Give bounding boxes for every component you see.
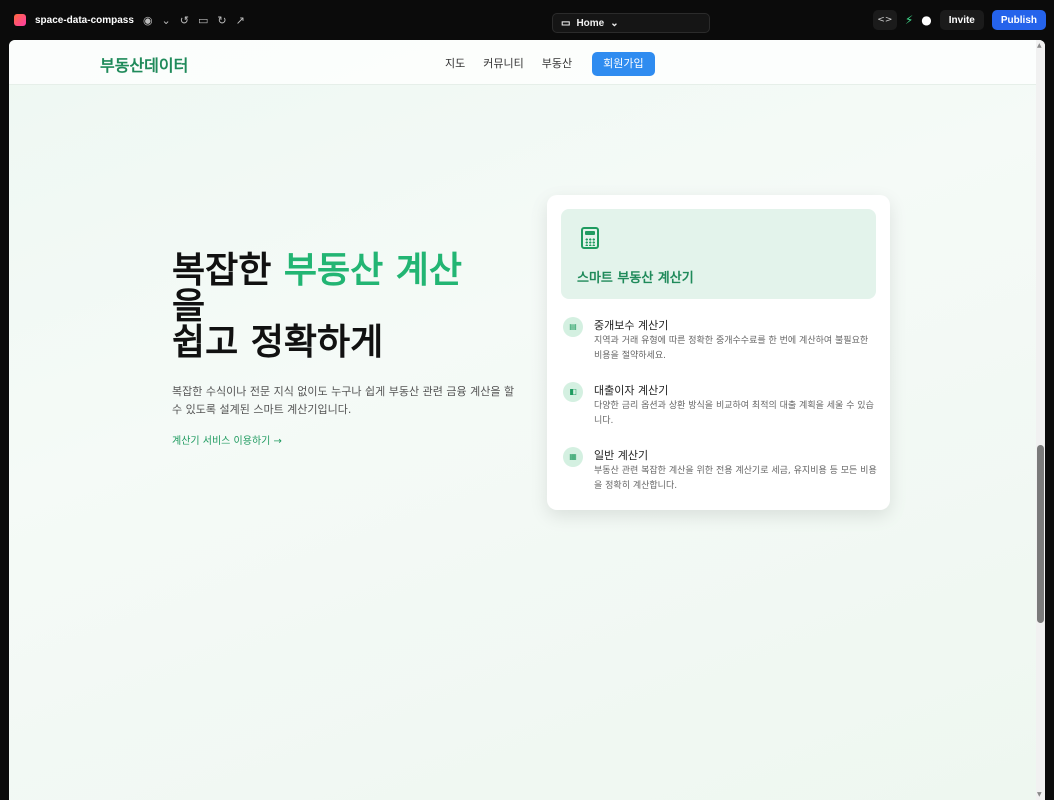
route-label: Home	[576, 17, 605, 29]
feature-desc: 다양한 금리 옵션과 상환 방식을 비교하여 최적의 대출 계획을 세울 수 있…	[594, 401, 874, 426]
hero-cta-link[interactable]: 계산기 서비스 이용하기 →	[172, 432, 282, 447]
signup-button[interactable]: 회원가입	[592, 52, 655, 76]
preview-frame: 부동산데이터 지도 커뮤니티 부동산 회원가입 복잡한 부동산 계산 을 쉽고 …	[9, 40, 1045, 800]
nav-link-map[interactable]: 지도	[445, 53, 465, 75]
hero-title-line2: 을	[172, 286, 206, 327]
hero-title-accent: 부동산 계산	[283, 250, 463, 291]
feature-title: 대출이자 계산기	[594, 384, 669, 397]
site-logo[interactable]: 부동산데이터	[100, 52, 188, 76]
route-selector[interactable]: ▭ Home ⌄	[552, 13, 710, 33]
feature-title: 일반 계산기	[594, 449, 649, 462]
nav-link-real-estate[interactable]: 부동산	[542, 53, 572, 75]
open-external-icon[interactable]: ↗	[236, 15, 245, 26]
site-navbar: 부동산데이터 지도 커뮤니티 부동산 회원가입	[9, 40, 1045, 85]
scroll-down-icon[interactable]: ▼	[1037, 791, 1042, 798]
scrollbar-thumb[interactable]	[1037, 445, 1044, 623]
calculator-card: 스마트 부동산 계산기 ▤ 중개보수 계산기 지역과 거래 유형에 따른 정확한…	[547, 195, 890, 510]
toolbar-left: space-data-compass ◉ ⌄ ↺ ▭ ↻ ↗	[14, 0, 245, 40]
feature-desc: 부동산 관련 복잡한 계산을 위한 전용 계산기로 세금, 유지비용 등 모든 …	[594, 466, 877, 491]
toolbar-right: <> ⚡ ● Invite Publish	[872, 0, 1046, 40]
github-icon[interactable]: ●	[921, 13, 931, 27]
hero-description: 복잡한 수식이나 전문 지식 없이도 누구나 쉽게 부동산 관련 금융 계산을 …	[172, 385, 515, 416]
scrollbar[interactable]: ▲ ▼	[1036, 40, 1045, 800]
hero-title: 복잡한 부동산 계산 을 쉽고 정확하게	[172, 253, 532, 361]
site-nav: 지도 커뮤니티 부동산 회원가입	[445, 52, 655, 76]
globe-icon[interactable]: ◉	[143, 15, 153, 26]
calculator-icon	[581, 227, 599, 249]
monitor-icon: ▭	[561, 17, 571, 29]
sidebar-toggle-icon[interactable]: ▭	[198, 15, 208, 26]
history-icon[interactable]: ↺	[180, 15, 189, 26]
invite-button[interactable]: Invite	[939, 10, 984, 30]
hero-title-prefix: 복잡한	[172, 250, 284, 291]
chevron-down-icon[interactable]: ⌄	[162, 15, 171, 26]
bolt-icon[interactable]: ⚡	[905, 13, 913, 27]
feature-title: 중개보수 계산기	[594, 319, 669, 332]
refresh-icon[interactable]: ↻	[217, 15, 226, 26]
scroll-up-icon[interactable]: ▲	[1037, 42, 1042, 49]
editor-toolbar: space-data-compass ◉ ⌄ ↺ ▭ ↻ ↗ ▭ Home ⌄ …	[0, 0, 1054, 40]
project-name[interactable]: space-data-compass	[35, 15, 134, 26]
calculator-icon: ▦	[563, 447, 583, 467]
card-title: 스마트 부동산 계산기	[577, 271, 694, 286]
loan-icon: ◧	[563, 382, 583, 402]
feature-desc: 지역과 거래 유형에 따른 정확한 중개수수료를 한 번에 계산하여 불필요한 …	[594, 336, 869, 361]
publish-button[interactable]: Publish	[991, 10, 1046, 30]
hero-title-line3: 쉽고 정확하게	[172, 322, 384, 363]
code-view-icon[interactable]: <>	[872, 10, 897, 30]
lovable-logo-icon[interactable]	[14, 14, 26, 26]
receipt-icon: ▤	[563, 317, 583, 337]
nav-link-community[interactable]: 커뮤니티	[483, 53, 523, 75]
card-header: 스마트 부동산 계산기	[561, 209, 876, 299]
chevron-down-icon: ⌄	[610, 17, 619, 29]
